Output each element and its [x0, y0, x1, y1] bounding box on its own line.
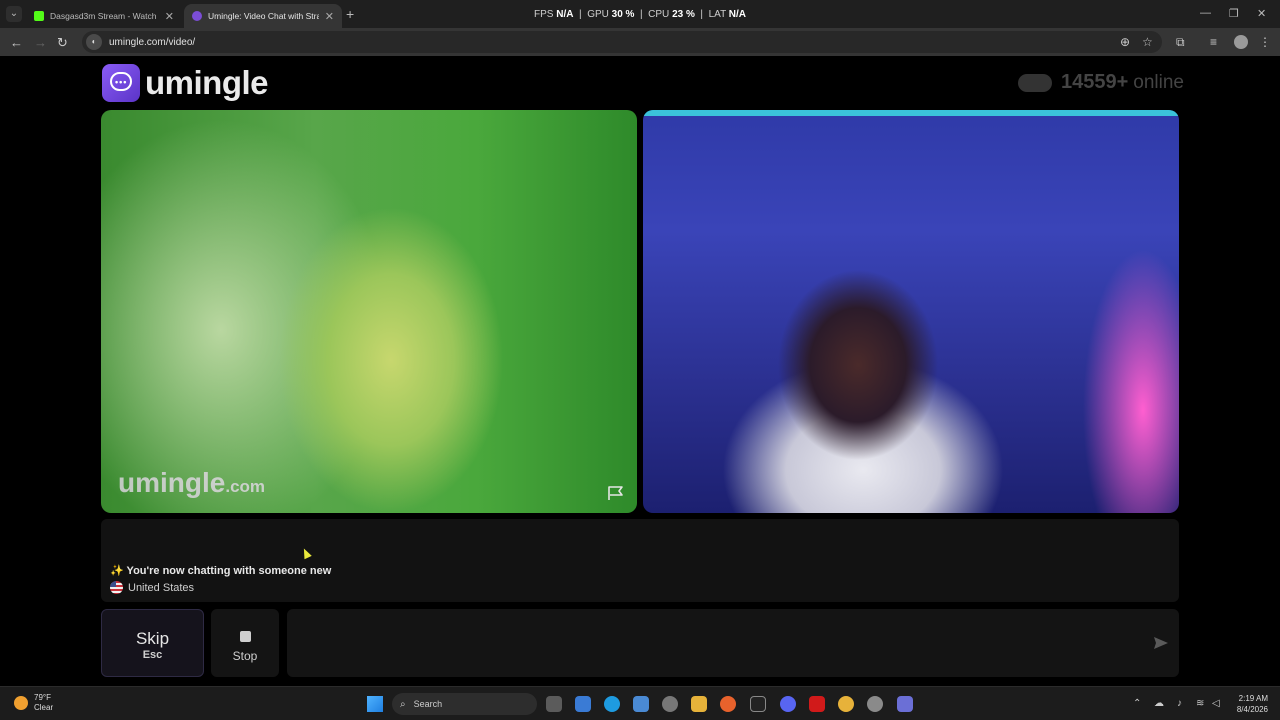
file-explorer-icon[interactable] — [691, 696, 707, 712]
fps-label: FPS — [534, 9, 554, 20]
clock-time: 2:19 AM — [1238, 694, 1268, 703]
system-clock[interactable]: 2:19 AM 8/4/2026 — [1228, 693, 1268, 715]
chat-bubble-logo-icon: ••• — [102, 64, 140, 102]
windows-taskbar: 79°F Clear ⌕ Search ⌃ ☁ ♪ ≋ ◁ 2:19 AM 8/… — [0, 686, 1280, 720]
performance-overlay: FPS N/A | GPU 30 % | CPU 23 % | LAT N/A — [534, 9, 747, 20]
windows-start-icon[interactable] — [367, 696, 383, 712]
weather-widget[interactable]: 79°F Clear — [14, 693, 53, 713]
stranger-country: United States — [110, 581, 194, 594]
close-tab-icon[interactable]: ✕ — [165, 10, 174, 23]
lat-value: N/A — [728, 9, 747, 20]
url-text[interactable]: umingle.com/video/ — [109, 37, 195, 48]
us-flag-icon — [110, 581, 123, 594]
back-arrow-icon[interactable]: ← — [10, 35, 23, 50]
browser-toolbar: ← → ↻ ◐ umingle.com/video/ ⊕ ☆ ⧉ ≡ ⋮ — [0, 28, 1280, 56]
chrome-icon[interactable] — [838, 696, 854, 712]
lat-label: LAT — [708, 9, 726, 20]
tab-title: Dasgasd3m Stream - Watch Live — [50, 11, 159, 21]
kick-favicon-icon — [34, 11, 44, 21]
skip-button[interactable]: Skip Esc — [101, 609, 204, 677]
profile-avatar[interactable] — [1234, 35, 1248, 49]
temperature: 79°F — [34, 693, 51, 702]
system-message: ✨ You're now chatting with someone new — [110, 565, 332, 577]
task-view-icon[interactable] — [546, 696, 562, 712]
country-name: United States — [128, 581, 195, 594]
reading-list-icon[interactable]: ≡ — [1210, 35, 1217, 49]
search-label: Search — [413, 699, 443, 709]
gpu-label: GPU — [587, 9, 609, 20]
cpu-value: 23 % — [672, 9, 695, 20]
stop-label: Stop — [232, 649, 258, 663]
forward-arrow-icon[interactable]: → — [34, 35, 47, 50]
browser-tab-bar: ⌄ Dasgasd3m Stream - Watch Live ✕ Umingl… — [0, 0, 1280, 28]
tab-umingle[interactable]: Umingle: Video Chat with Strangers ✕ — [184, 4, 342, 28]
clock-date: 8/4/2026 — [1236, 705, 1268, 714]
online-counter: 14559+ online — [1017, 71, 1184, 94]
menu-kebab-icon[interactable]: ⋮ — [1259, 35, 1271, 49]
maximize-icon[interactable]: ❐ — [1229, 7, 1239, 20]
logo-text: umingle — [145, 64, 269, 101]
chat-log: ✨ You're now chatting with someone new U… — [101, 519, 1179, 602]
minimize-icon[interactable]: — — [1200, 7, 1211, 19]
tab-search-button[interactable]: ⌄ — [6, 6, 22, 22]
discord-icon[interactable] — [780, 696, 796, 712]
firefox-icon[interactable] — [720, 696, 736, 712]
photos-icon[interactable] — [633, 696, 649, 712]
send-icon[interactable] — [1153, 636, 1169, 650]
message-input[interactable] — [287, 609, 1179, 677]
skip-label: Skip — [135, 629, 170, 648]
reload-icon[interactable]: ↻ — [57, 35, 68, 51]
theme-toggle[interactable] — [1017, 73, 1052, 92]
skip-shortcut: Esc — [142, 649, 163, 661]
report-flag-icon[interactable] — [607, 485, 625, 501]
stop-button[interactable]: Stop — [211, 609, 279, 677]
app-icon[interactable] — [897, 696, 913, 712]
fps-value: N/A — [556, 9, 574, 20]
tab-dasgasd3m-stream[interactable]: Dasgasd3m Stream - Watch Live ✕ — [26, 4, 182, 28]
volume-icon[interactable]: ◁ — [1212, 698, 1220, 709]
cpu-label: CPU — [648, 9, 670, 20]
outlook-icon[interactable] — [575, 696, 591, 712]
chevron-up-icon[interactable]: ⌃ — [1133, 698, 1141, 709]
watermark-suffix: .com — [225, 477, 266, 496]
search-icon: ⌕ — [400, 698, 406, 710]
app-icon[interactable] — [662, 696, 678, 712]
tab-title: Umingle: Video Chat with Strangers — [208, 11, 319, 21]
address-bar[interactable]: ◐ umingle.com/video/ — [82, 31, 1162, 53]
site-logo[interactable]: ••• umingle — [102, 64, 269, 102]
taskbar-search[interactable]: ⌕ Search — [392, 693, 537, 715]
close-window-icon[interactable]: ✕ — [1257, 7, 1266, 20]
umingle-watermark: umingle.com — [118, 467, 265, 499]
microphone-icon[interactable]: ♪ — [1177, 698, 1182, 709]
zoom-icon[interactable]: ⊕ — [1120, 35, 1130, 49]
bookmark-star-icon[interactable]: ☆ — [1142, 35, 1153, 49]
online-label: online — [1133, 71, 1184, 93]
epic-games-icon[interactable] — [750, 696, 766, 712]
stranger-video: umingle.com — [101, 110, 637, 513]
close-tab-icon[interactable]: ✕ — [325, 10, 334, 23]
settings-gear-icon[interactable] — [867, 696, 883, 712]
edge-icon[interactable] — [604, 696, 620, 712]
self-video — [643, 110, 1179, 513]
online-count: 14559+ — [1060, 71, 1129, 93]
gpu-value: 30 % — [611, 9, 635, 20]
umingle-page: ••• umingle 14559+ online umingle.com ✨ … — [0, 56, 1280, 686]
weather-condition: Clear — [34, 703, 54, 712]
umingle-favicon-icon — [192, 11, 202, 21]
new-tab-button[interactable]: + — [346, 6, 354, 22]
netflix-icon[interactable] — [809, 696, 825, 712]
stop-square-icon — [239, 631, 251, 642]
site-info-icon[interactable]: ◐ — [86, 34, 102, 50]
neon-light-strip — [643, 110, 1179, 116]
weather-icon — [14, 696, 28, 710]
wifi-icon[interactable]: ≋ — [1196, 698, 1204, 709]
extensions-icon[interactable]: ⧉ — [1176, 35, 1185, 50]
cloud-icon[interactable]: ☁ — [1154, 698, 1164, 709]
watermark-text: umingle — [118, 467, 226, 498]
